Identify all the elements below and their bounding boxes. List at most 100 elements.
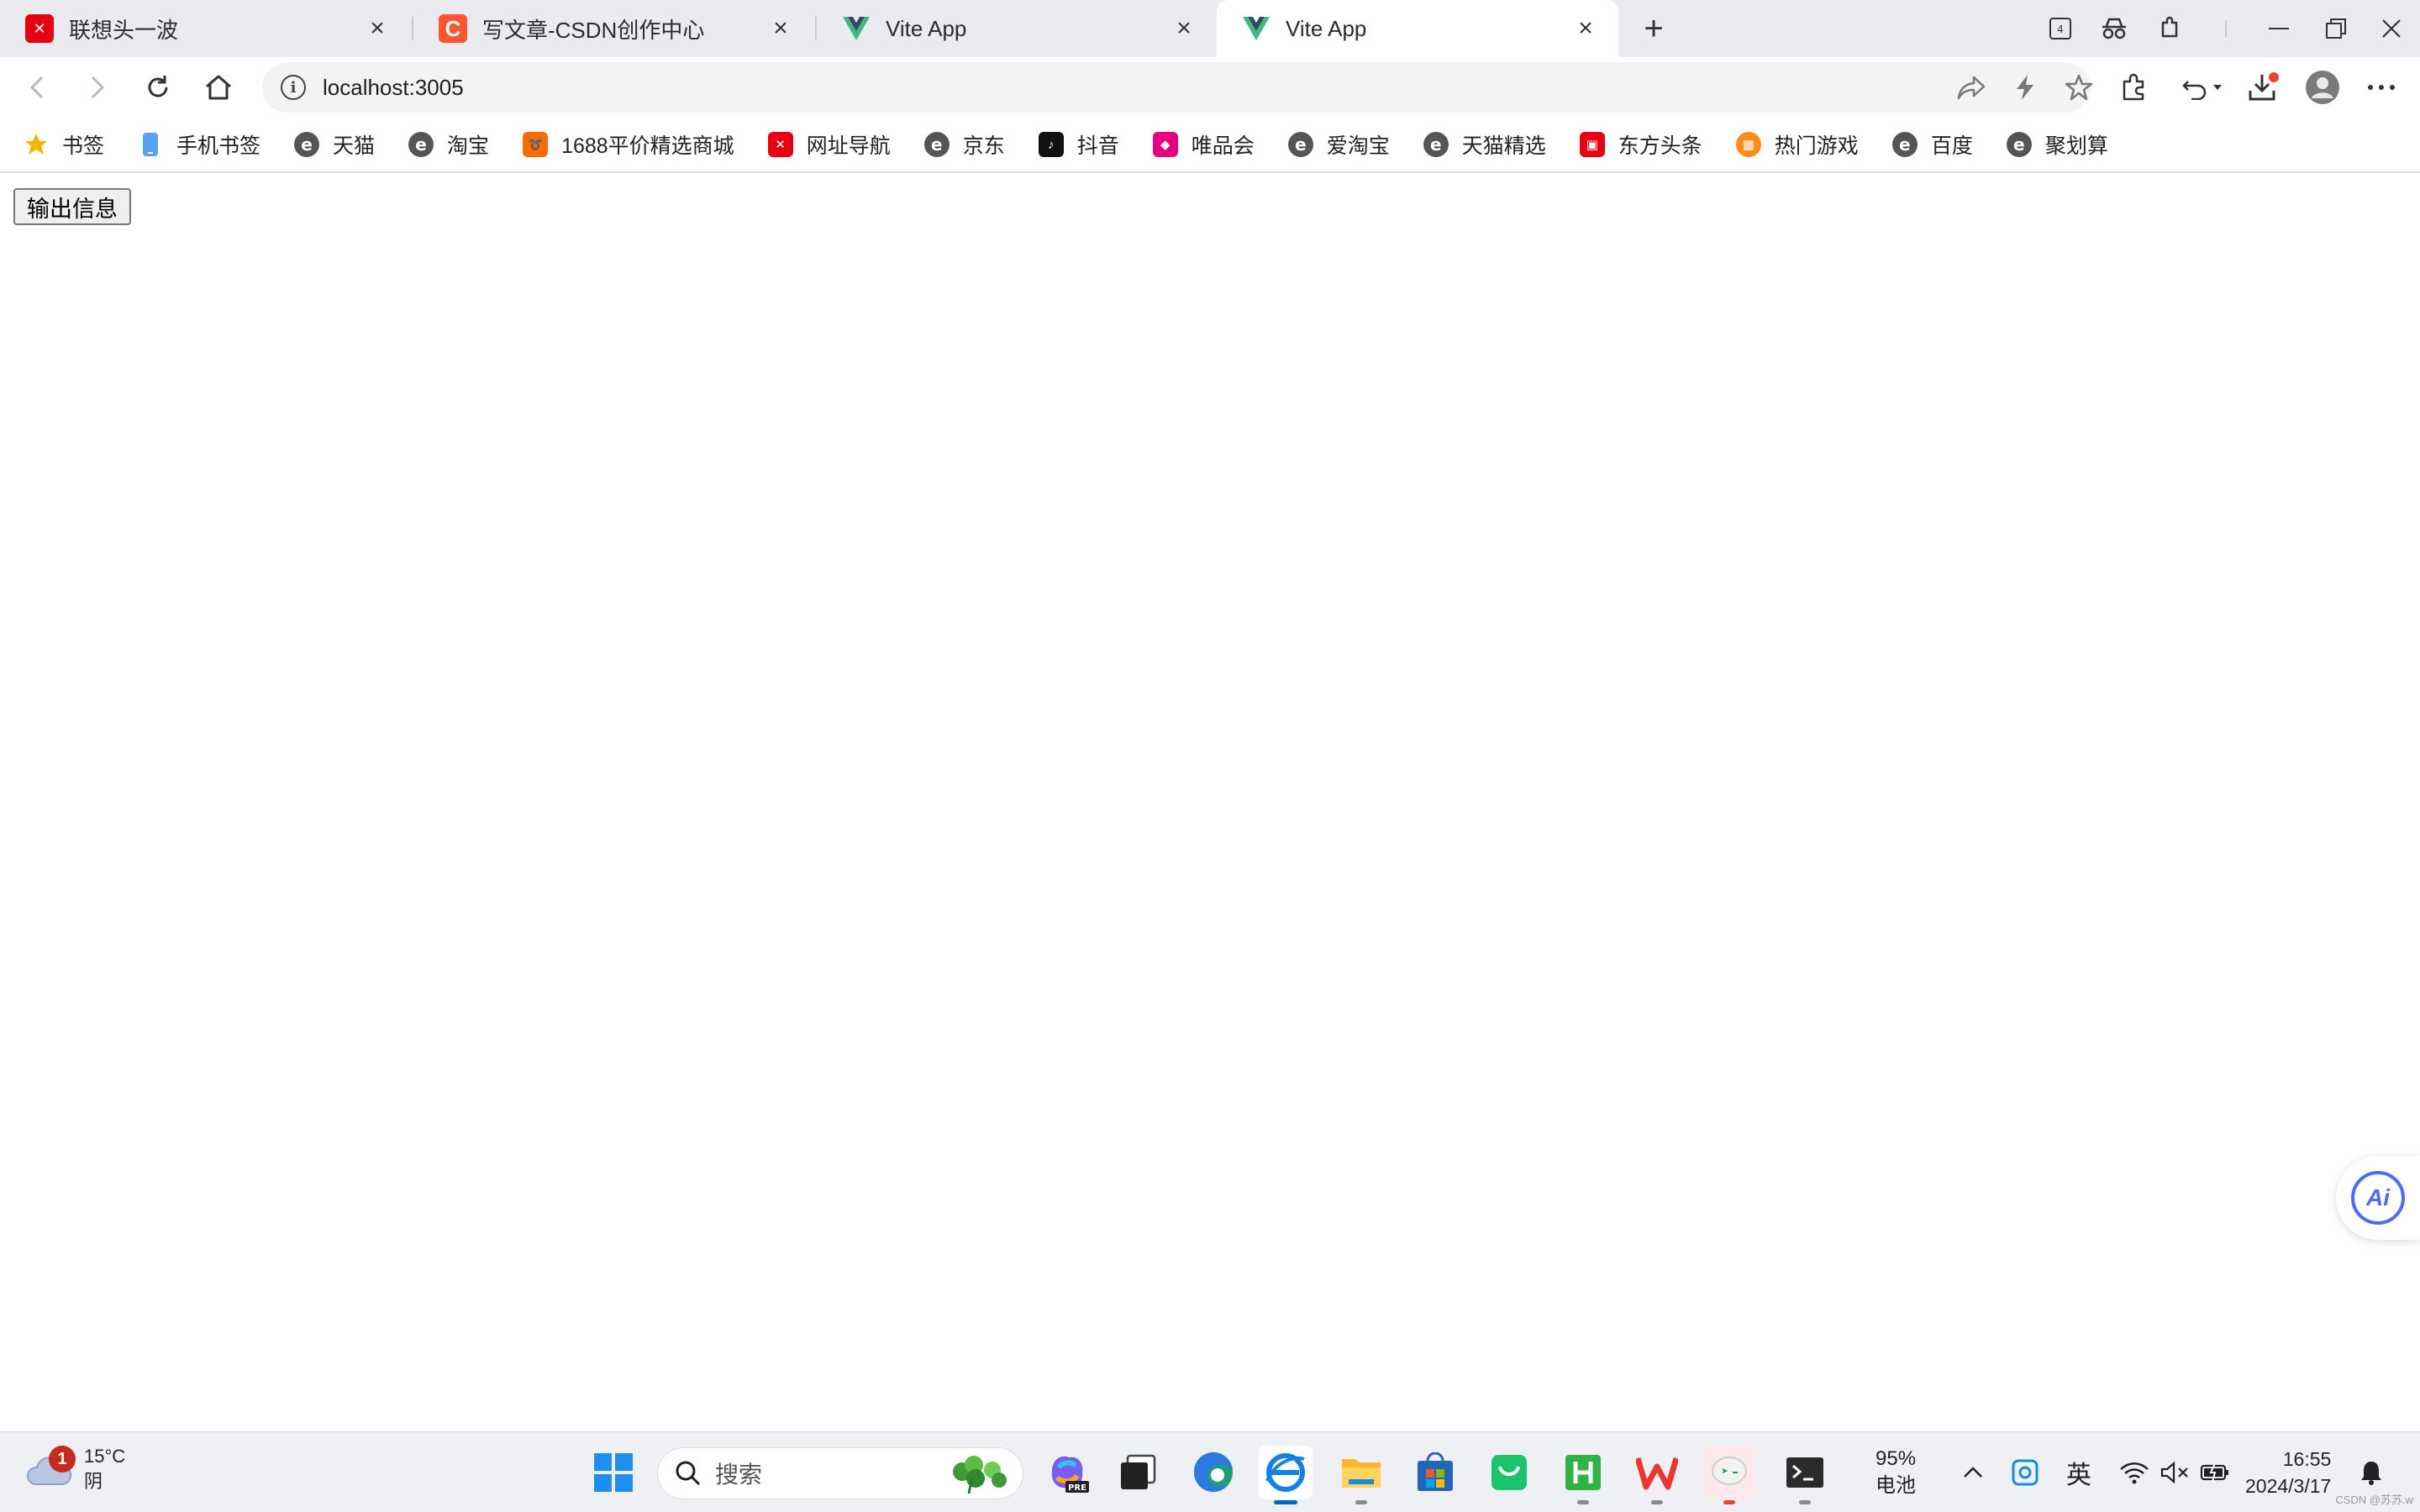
bookmark-item[interactable]: ▦ 热门游戏 xyxy=(1735,123,1859,165)
forward-button[interactable] xyxy=(77,67,118,108)
browser-window: ✕ 联想头一波 × C 写文章-CSDN创作中心 × Vite App × Vi… xyxy=(0,0,2420,1512)
bookmark-label: 抖音 xyxy=(1076,134,1119,158)
weather-temp: 15°C xyxy=(84,1446,126,1467)
tab-strip: ✕ 联想头一波 × C 写文章-CSDN创作中心 × Vite App × Vi… xyxy=(0,0,2420,57)
running-indicator xyxy=(1723,1500,1735,1504)
dongfang-icon: ▣ xyxy=(1579,132,1605,157)
tab-csdn[interactable]: C 写文章-CSDN创作中心 × xyxy=(413,0,813,57)
download-icon[interactable] xyxy=(2244,67,2284,108)
bookmark-item[interactable]: ▣ 东方头条 xyxy=(1579,123,1702,165)
favorite-star-icon[interactable] xyxy=(2064,72,2094,102)
bookmark-item[interactable]: e 淘宝 xyxy=(408,123,489,165)
site-info-icon[interactable]: i xyxy=(281,75,306,100)
copilot-icon[interactable]: PRE xyxy=(1040,1446,1094,1499)
system-clock[interactable]: 16:55 2024/3/17 xyxy=(2245,1446,2331,1499)
bookmark-label: 淘宝 xyxy=(447,134,490,158)
wps-icon[interactable] xyxy=(1630,1446,1684,1504)
copilot-badge: PRE xyxy=(1068,1483,1086,1493)
bookmark-label: 京东 xyxy=(962,134,1005,158)
tab-title: 写文章-CSDN创作中心 xyxy=(482,17,705,43)
close-icon[interactable]: × xyxy=(1571,14,1600,43)
ie-browser-icon[interactable] xyxy=(1259,1446,1313,1504)
undo-dropdown-icon[interactable] xyxy=(2176,67,2228,108)
clock-time: 16:55 xyxy=(2282,1448,2332,1470)
e-browser-icon: e xyxy=(294,132,320,157)
bookmark-item[interactable]: e 天猫精选 xyxy=(1423,123,1546,165)
battery-percent: 95% xyxy=(1876,1447,1917,1470)
bookmark-item[interactable]: 手机书签 xyxy=(138,123,260,165)
bookmark-label: 热门游戏 xyxy=(1774,134,1859,158)
bookmark-label: 爱淘宝 xyxy=(1326,134,1390,158)
bookmark-item[interactable]: e 爱淘宝 xyxy=(1287,123,1390,165)
wifi-icon[interactable] xyxy=(2116,1432,2153,1512)
battery-status[interactable]: 95% 电池 xyxy=(1876,1446,1916,1499)
address-bar[interactable]: i xyxy=(262,62,2094,113)
close-icon[interactable]: × xyxy=(766,14,795,43)
bookmarks-bar: 书签 手机书签 e 天猫 e 淘宝 ➰ 1688平价精选商城 ✕ 网址导航 e … xyxy=(0,118,2420,173)
e-browser-icon: e xyxy=(2006,132,2032,157)
browser-toolbar: i xyxy=(0,57,2420,118)
bookmark-label: 手机书签 xyxy=(176,134,261,158)
svg-text:4: 4 xyxy=(2057,24,2064,35)
e-browser-icon: e xyxy=(923,132,950,157)
home-button[interactable] xyxy=(198,67,239,108)
phone-icon xyxy=(138,132,163,157)
tab-vite-app-active[interactable]: Vite App × xyxy=(1217,0,1618,57)
game-icon: ▦ xyxy=(1735,132,1761,157)
tab-lenovo[interactable]: ✕ 联想头一波 × xyxy=(0,0,410,57)
profile-avatar-icon[interactable] xyxy=(2302,67,2343,108)
hbuilder-icon[interactable] xyxy=(1556,1446,1610,1504)
terminal-icon[interactable] xyxy=(1778,1446,1832,1504)
close-window-button[interactable] xyxy=(2365,5,2418,52)
taskbar-search[interactable]: 搜索 xyxy=(657,1447,1023,1499)
close-icon[interactable]: × xyxy=(1170,14,1198,43)
chat-app-icon[interactable] xyxy=(1702,1446,1756,1504)
minimize-button[interactable] xyxy=(2252,5,2306,52)
start-button[interactable] xyxy=(587,1446,640,1499)
new-tab-button[interactable]: + xyxy=(1634,8,1674,49)
extension-puzzle-icon[interactable] xyxy=(2149,7,2190,50)
battery-icon[interactable] xyxy=(2196,1432,2233,1512)
vue-icon xyxy=(1242,14,1270,43)
ai-assistant-button[interactable]: Ai xyxy=(2336,1156,2420,1240)
task-view-icon[interactable] xyxy=(1111,1446,1165,1499)
extensions-icon[interactable] xyxy=(2114,67,2154,108)
chevron-up-icon[interactable] xyxy=(1956,1432,1990,1512)
bookmark-label: 东方头条 xyxy=(1618,134,1702,158)
toolbar-divider xyxy=(2225,20,2227,37)
tab-count-icon[interactable]: 4 xyxy=(2040,7,2081,50)
bookmark-item[interactable]: ➰ 1688平价精选商城 xyxy=(523,123,734,165)
share-icon[interactable] xyxy=(1956,72,1986,102)
incognito-icon[interactable] xyxy=(2094,7,2134,50)
shopping-bag-icon[interactable] xyxy=(1482,1446,1536,1499)
weather-widget[interactable]: 1 15°C 阴 xyxy=(25,1444,125,1494)
reload-button[interactable] xyxy=(138,67,178,108)
ai-icon: Ai xyxy=(2351,1171,2405,1225)
bookmark-item[interactable]: e 京东 xyxy=(923,123,1005,165)
microsoft-store-icon[interactable] xyxy=(1408,1446,1462,1499)
bookmark-item[interactable]: ✕ 网址导航 xyxy=(767,123,891,165)
close-icon[interactable]: × xyxy=(363,14,392,43)
running-indicator xyxy=(1651,1500,1663,1504)
bookmark-item[interactable]: e 聚划算 xyxy=(2006,123,2108,165)
ime-indicator[interactable]: 英 xyxy=(2060,1432,2097,1512)
url-input[interactable] xyxy=(323,74,1667,101)
volume-mute-icon[interactable] xyxy=(2156,1432,2193,1512)
bookmark-item[interactable]: ◆ 唯品会 xyxy=(1152,123,1255,165)
output-info-button[interactable]: 输出信息 xyxy=(13,188,131,225)
bookmark-item[interactable]: e 百度 xyxy=(1891,123,1973,165)
lightning-icon[interactable] xyxy=(2010,72,2040,102)
back-button[interactable] xyxy=(17,67,57,108)
shield-tray-icon[interactable] xyxy=(2008,1432,2042,1512)
bookmark-item[interactable]: ♪ 抖音 xyxy=(1038,123,1119,165)
file-explorer-icon[interactable] xyxy=(1334,1446,1388,1504)
bookmark-item[interactable]: e 天猫 xyxy=(294,123,375,165)
edge-icon[interactable] xyxy=(1186,1446,1240,1499)
more-menu-icon[interactable] xyxy=(2361,67,2402,108)
weather-condition: 阴 xyxy=(84,1471,103,1492)
restore-button[interactable] xyxy=(2309,5,2363,52)
tab-vite-app-1[interactable]: Vite App × xyxy=(817,0,1217,57)
star-icon xyxy=(24,132,49,157)
bookmark-item[interactable]: 书签 xyxy=(24,123,104,165)
vue-icon xyxy=(842,14,871,43)
